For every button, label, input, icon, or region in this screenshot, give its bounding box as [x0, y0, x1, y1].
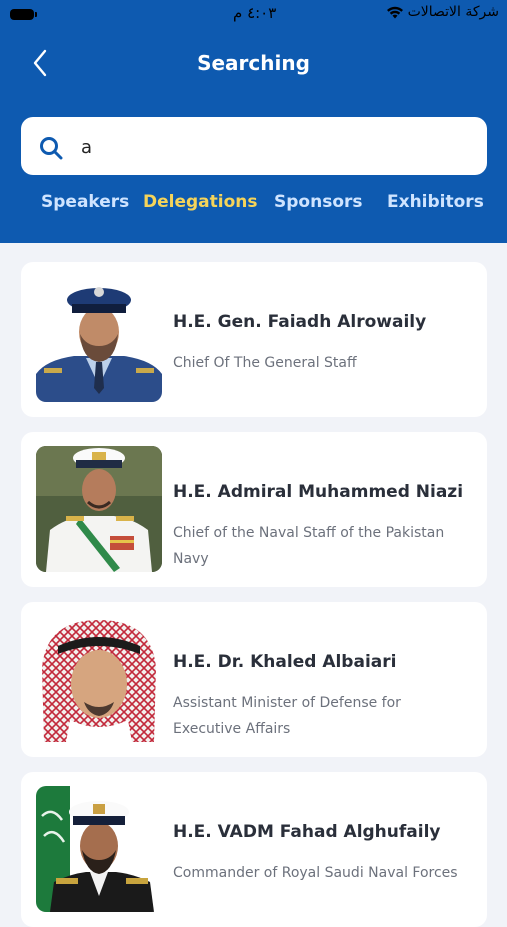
search-input[interactable]	[79, 127, 473, 167]
delegate-name: H.E. Admiral Muhammed Niazi	[173, 482, 464, 502]
tab-sponsors[interactable]: Sponsors	[274, 192, 363, 212]
delegate-name: H.E. VADM Fahad Alghufaily	[173, 822, 441, 842]
list-item[interactable]: H.E. Gen. Faiadh Alrowaily Chief Of The …	[21, 262, 487, 417]
status-time: ٤:٠٣ م	[233, 4, 277, 22]
carrier-name: شركة الاتصالات	[407, 4, 499, 20]
tab-exhibitors[interactable]: Exhibitors	[387, 192, 484, 212]
category-tabs: Speakers Delegations Sponsors Exhibitors	[0, 192, 507, 222]
status-carrier-group: شركة الاتصالات	[386, 4, 499, 20]
list-item[interactable]: H.E. VADM Fahad Alghufaily Commander of …	[21, 772, 487, 927]
wifi-icon	[386, 6, 403, 19]
delegate-role: Chief of the Naval Staff of the Pakistan…	[173, 525, 445, 567]
page-title: Searching	[197, 51, 310, 75]
search-icon	[40, 137, 63, 160]
delegate-role: Chief Of The General Staff	[173, 355, 357, 371]
delegate-role: Commander of Royal Saudi Naval Forces	[173, 865, 458, 881]
avatar	[36, 446, 162, 572]
avatar	[36, 616, 162, 742]
search-box[interactable]	[21, 117, 487, 175]
list-item[interactable]: H.E. Dr. Khaled Albaiari Assistant Minis…	[21, 602, 487, 757]
header: ٤:٠٣ م شركة الاتصالات Searching Speakers…	[0, 0, 507, 243]
tab-speakers[interactable]: Speakers	[41, 192, 129, 212]
avatar	[36, 276, 162, 402]
avatar	[36, 786, 162, 912]
status-bar: ٤:٠٣ م شركة الاتصالات	[0, 0, 507, 30]
delegate-role: Assistant Minister of Defense for Execut…	[173, 695, 401, 737]
delegate-name: H.E. Dr. Khaled Albaiari	[173, 652, 397, 672]
list-item[interactable]: H.E. Admiral Muhammed Niazi Chief of the…	[21, 432, 487, 587]
tab-delegations[interactable]: Delegations	[143, 192, 258, 212]
battery-icon	[10, 9, 37, 20]
delegate-name: H.E. Gen. Faiadh Alrowaily	[173, 312, 427, 332]
